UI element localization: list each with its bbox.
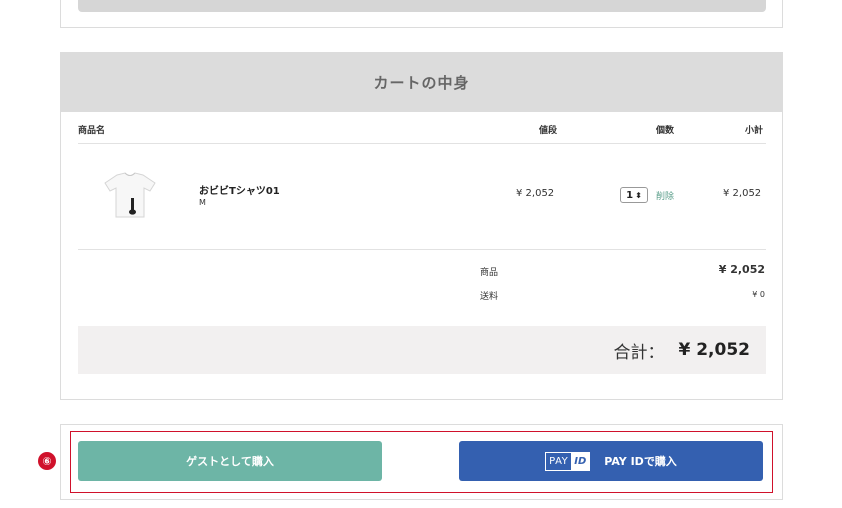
product-variant: M — [199, 198, 206, 207]
product-name[interactable]: おビビTシャツ01 — [199, 182, 280, 197]
column-header-subtotal: 小計 — [745, 126, 764, 136]
cart-header: カートの中身 — [61, 53, 782, 112]
previous-section-bar — [78, 0, 766, 12]
column-header-product: 商品名 — [78, 126, 106, 136]
cart-panel: カートの中身 商品名 値段 個数 小計 おビビTシャツ01 M ¥ 2,052 … — [60, 52, 783, 400]
column-header-price: 値段 — [539, 126, 558, 136]
shipping-value: ¥ 0 — [752, 290, 765, 299]
payid-logo-id: ID — [571, 452, 590, 470]
payid-logo-icon: PAY ID — [545, 451, 591, 471]
total-label: 合計： — [613, 342, 665, 363]
payid-purchase-label: PAY IDで購入 — [604, 455, 677, 468]
previous-section-panel — [60, 0, 783, 28]
tshirt-image[interactable] — [103, 171, 157, 219]
goods-label: 商品 — [480, 268, 499, 278]
item-divider — [78, 249, 766, 250]
column-header-quantity: 個数 — [656, 126, 675, 136]
step-marker: ⑥ — [38, 452, 56, 470]
shipping-label: 送料 — [480, 292, 499, 302]
cart-title: カートの中身 — [373, 74, 470, 92]
quantity-select[interactable]: 1 ⬍ — [620, 187, 648, 203]
payid-logo-pay: PAY — [549, 455, 569, 467]
item-price: ¥ 2,052 — [516, 188, 555, 199]
select-arrows-icon: ⬍ — [635, 190, 642, 200]
quantity-value: 1 — [626, 189, 634, 201]
payid-purchase-button[interactable]: PAY ID PAY IDで購入 — [459, 441, 763, 481]
total-value: ¥ 2,052 — [678, 340, 750, 360]
delete-link[interactable]: 削除 — [656, 189, 674, 202]
item-subtotal: ¥ 2,052 — [723, 188, 762, 199]
goods-value: ¥ 2,052 — [718, 263, 765, 276]
guest-purchase-button[interactable]: ゲストとして購入 — [78, 441, 382, 481]
total-box: 合計： ¥ 2,052 — [78, 326, 766, 374]
header-divider — [78, 143, 766, 144]
